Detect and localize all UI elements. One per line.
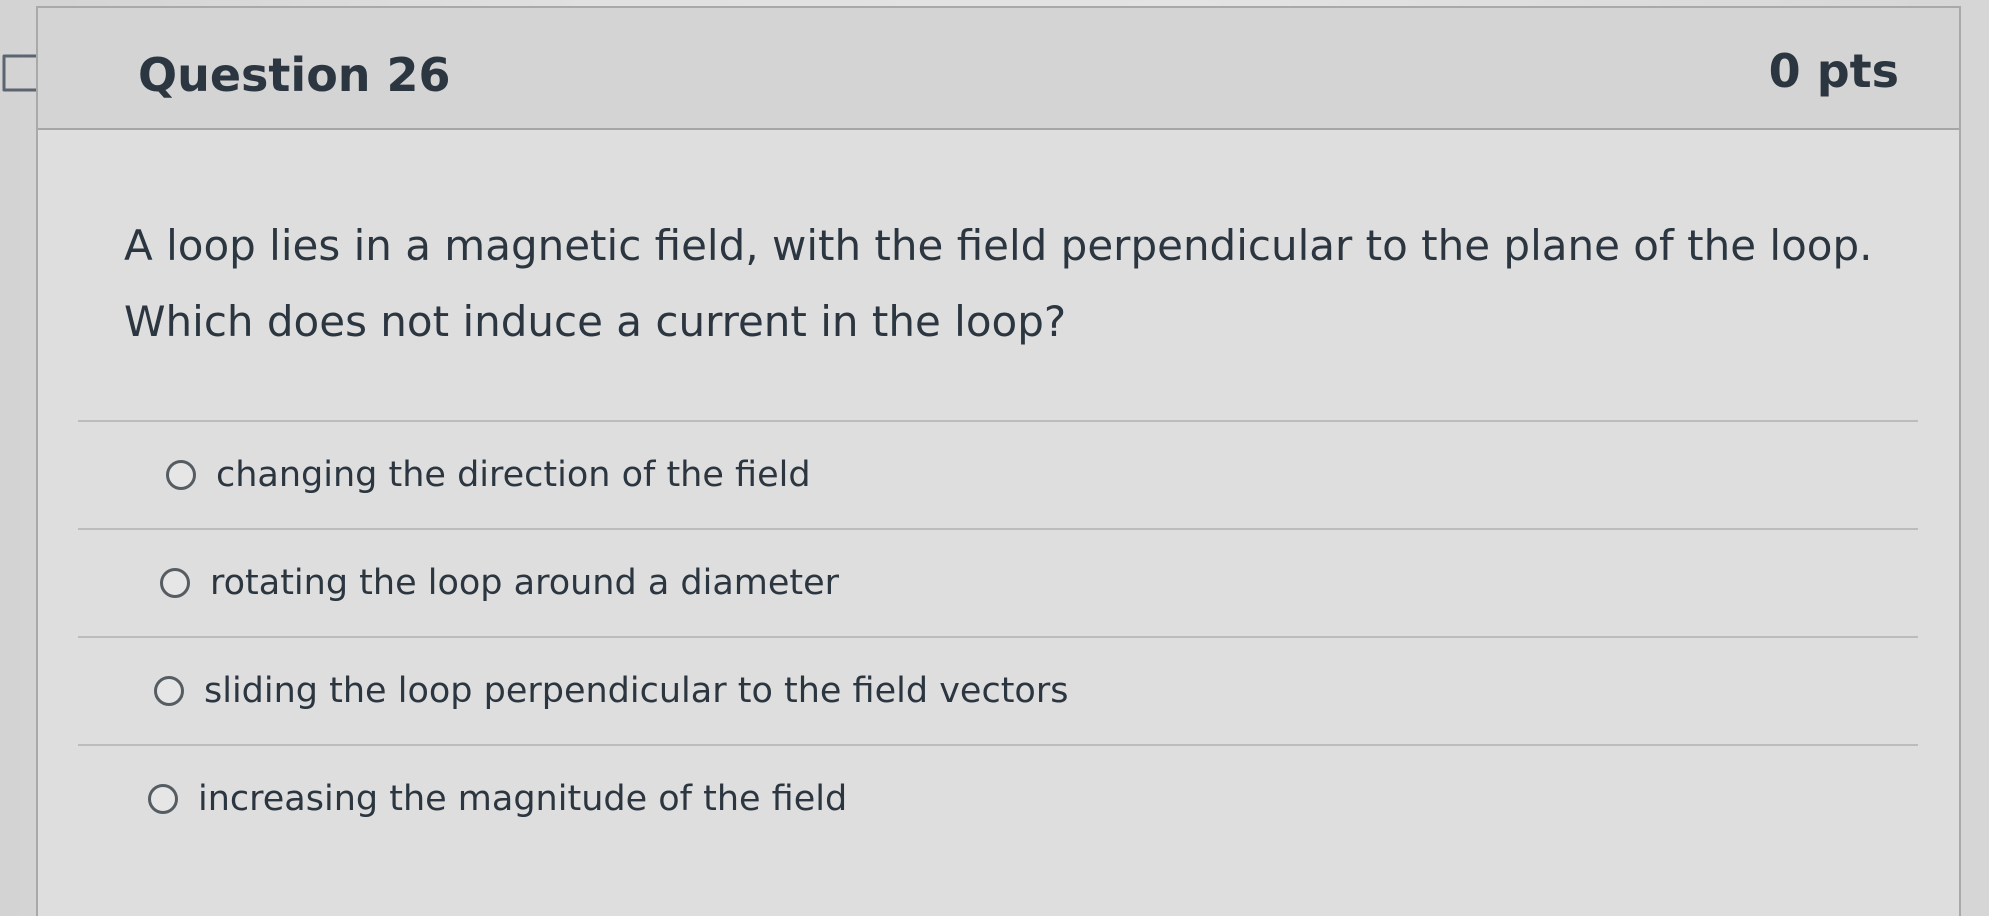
- answer-option[interactable]: increasing the magnitude of the field: [78, 744, 1918, 852]
- radio-unchecked-icon[interactable]: [154, 676, 184, 706]
- question-text: A loop lies in a magnetic field, with th…: [124, 221, 1873, 346]
- answer-label: sliding the loop perpendicular to the fi…: [204, 671, 1069, 711]
- answer-option[interactable]: sliding the loop perpendicular to the fi…: [78, 636, 1918, 744]
- question-card: Question 26 0 pts A loop lies in a magne…: [36, 6, 1961, 916]
- quiz-page: Question 26 0 pts A loop lies in a magne…: [0, 0, 1989, 916]
- answer-label: increasing the magnitude of the field: [198, 779, 848, 819]
- radio-unchecked-icon[interactable]: [166, 460, 196, 490]
- answer-option[interactable]: rotating the loop around a diameter: [78, 528, 1918, 636]
- answer-label: changing the direction of the field: [216, 455, 811, 495]
- answer-label: rotating the loop around a diameter: [210, 563, 840, 603]
- answer-option[interactable]: changing the direction of the field: [78, 420, 1918, 528]
- answer-list: changing the direction of the field rota…: [78, 420, 1918, 852]
- question-header: Question 26 0 pts: [38, 8, 1959, 130]
- question-points: 0 pts: [1768, 44, 1899, 98]
- question-title: Question 26: [138, 48, 451, 102]
- radio-unchecked-icon[interactable]: [160, 568, 190, 598]
- radio-unchecked-icon[interactable]: [148, 784, 178, 814]
